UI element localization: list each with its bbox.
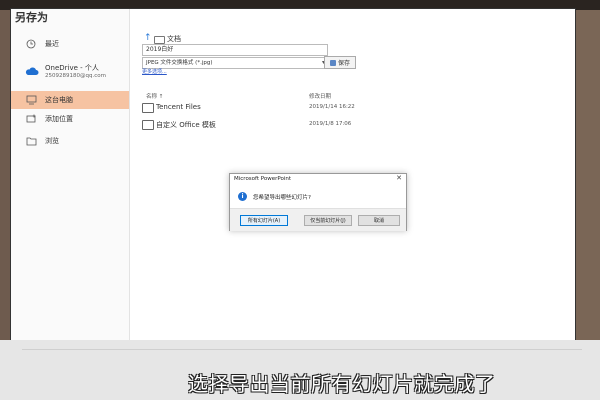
dialog-message: 您希望导出哪些幻灯片? <box>253 195 311 201</box>
file-date: 2019/1/8 17:06 <box>309 121 352 127</box>
info-icon: i <box>238 192 247 201</box>
cloud-icon <box>25 66 39 76</box>
cancel-button[interactable]: 取消 <box>358 215 400 226</box>
file-name: Tencent Files <box>156 103 201 111</box>
nav-item-onedrive[interactable]: OneDrive - 个人 2509289180@qq.com <box>11 60 129 86</box>
nav-item-add-location[interactable]: 添加位置 <box>11 110 129 128</box>
file-name: 自定义 Office 模板 <box>156 121 216 129</box>
nav-label-this-pc: 这台电脑 <box>45 96 73 104</box>
clock-icon <box>25 38 37 50</box>
save-button[interactable]: 保存 <box>324 56 356 69</box>
nav-item-this-pc[interactable]: 这台电脑 <box>11 91 129 109</box>
nav-item-browse[interactable]: 浏览 <box>11 132 129 150</box>
column-header-date[interactable]: 修改日期 <box>309 92 331 100</box>
filename-input[interactable]: 2019白好 <box>142 44 328 56</box>
file-row[interactable]: Tencent Files 2019/1/14 16:22 <box>142 102 492 116</box>
bezel-divider <box>22 349 582 350</box>
current-folder-label: 文档 <box>167 35 181 43</box>
folder-open-icon <box>25 135 37 147</box>
add-location-icon <box>25 113 37 125</box>
onedrive-name: OneDrive - 个人 <box>45 64 99 72</box>
nav-label-add-location: 添加位置 <box>45 115 73 123</box>
screen: 另存为 最近 OneDrive - 个人 2509289180@qq.com 这… <box>10 8 576 342</box>
export-dialog: Microsoft PowerPoint ✕ i 您希望导出哪些幻灯片? 所有幻… <box>229 173 407 231</box>
all-slides-button[interactable]: 所有幻灯片(A) <box>240 215 288 226</box>
left-nav: 另存为 最近 OneDrive - 个人 2509289180@qq.com 这… <box>11 9 130 341</box>
save-label: 保存 <box>337 60 350 67</box>
page-title: 另存为 <box>15 11 48 24</box>
filetype-select[interactable]: JPEG 文件交换格式 (*.jpg) ▾ <box>142 57 328 69</box>
more-options-link[interactable]: 更多选项... <box>142 68 167 75</box>
current-slide-button[interactable]: 仅当前幻灯片(J) <box>304 215 352 226</box>
file-row[interactable]: 自定义 Office 模板 2019/1/8 17:06 <box>142 119 492 133</box>
close-icon[interactable]: ✕ <box>396 174 402 182</box>
dialog-title: Microsoft PowerPoint <box>234 176 292 182</box>
file-date: 2019/1/14 16:22 <box>309 104 355 110</box>
onedrive-email: 2509289180@qq.com <box>45 73 106 79</box>
folder-icon <box>142 103 154 113</box>
folder-icon <box>154 36 165 44</box>
folder-icon <box>142 120 154 130</box>
nav-label-browse: 浏览 <box>45 137 59 145</box>
computer-icon <box>25 94 37 106</box>
filetype-value: JPEG 文件交换格式 (*.jpg) <box>146 60 213 66</box>
nav-label-recent: 最近 <box>45 40 59 48</box>
video-caption: 选择导出当前所有幻灯片就完成了 <box>188 372 496 396</box>
nav-item-recent[interactable]: 最近 <box>11 35 129 53</box>
up-arrow-icon[interactable]: ↑ <box>144 33 152 43</box>
dialog-footer: 所有幻灯片(A) 仅当前幻灯片(J) 取消 <box>230 208 406 231</box>
column-header-name[interactable]: 名称 ↑ <box>146 92 163 100</box>
save-disk-icon <box>329 59 336 66</box>
